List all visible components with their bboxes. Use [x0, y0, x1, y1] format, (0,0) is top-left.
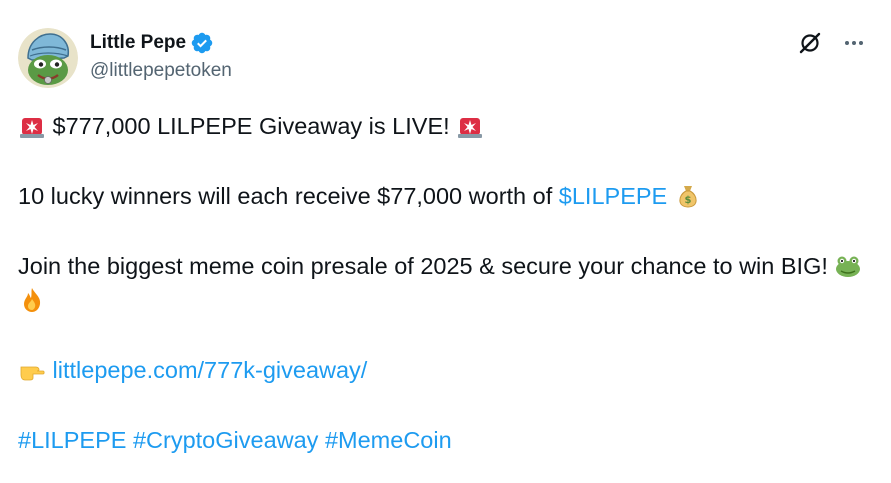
hashtags-line: #LILPEPE #CryptoGiveaway #MemeCoin: [18, 423, 868, 457]
link-line: littlepepe.com/777k-giveaway/: [18, 353, 868, 387]
tweet-actions: [797, 30, 867, 56]
hashtag-lilpepe[interactable]: #LILPEPE: [18, 427, 126, 453]
verified-badge-icon: [190, 31, 214, 55]
presale-line: Join the biggest meme coin presale of 20…: [18, 249, 868, 317]
svg-text:$: $: [684, 195, 691, 206]
winners-text: 10 lucky winners will each receive $77,0…: [18, 183, 559, 209]
fire-icon: [18, 286, 46, 314]
name-row: Little Pepe: [90, 30, 232, 56]
hashtag-memecoin[interactable]: #MemeCoin: [325, 427, 452, 453]
tweet-body: $777,000 LILPEPE Giveaway is LIVE! 10 lu…: [18, 109, 868, 457]
headline-text: $777,000 LILPEPE Giveaway is LIVE!: [52, 113, 450, 139]
more-options-icon[interactable]: [841, 30, 867, 56]
winners-line: 10 lucky winners will each receive $77,0…: [18, 179, 868, 213]
money-bag-icon: $: [674, 182, 702, 210]
avatar[interactable]: [18, 28, 78, 88]
headline-line: $777,000 LILPEPE Giveaway is LIVE!: [18, 109, 868, 143]
user-handle[interactable]: @littlepepetoken: [90, 58, 232, 84]
frog-icon: [834, 252, 862, 280]
police-car-light-icon: [456, 112, 484, 140]
presale-text: Join the biggest meme coin presale of 20…: [18, 253, 828, 279]
hashtag-cryptogiveaway[interactable]: #CryptoGiveaway: [133, 427, 318, 453]
author-names: Little Pepe @littlepepetoken: [90, 30, 232, 84]
backhand-index-pointing-right-icon: [18, 356, 46, 384]
tweet-header: Little Pepe @littlepepetoken: [18, 28, 232, 88]
tweet-card: Little Pepe @littlepepetoken $777,000 LI…: [0, 0, 891, 483]
display-name[interactable]: Little Pepe: [90, 30, 186, 56]
grok-icon[interactable]: [797, 30, 823, 56]
cashtag-link[interactable]: $LILPEPE: [559, 183, 667, 209]
police-car-light-icon: [18, 112, 46, 140]
giveaway-link[interactable]: littlepepe.com/777k-giveaway/: [53, 357, 368, 383]
